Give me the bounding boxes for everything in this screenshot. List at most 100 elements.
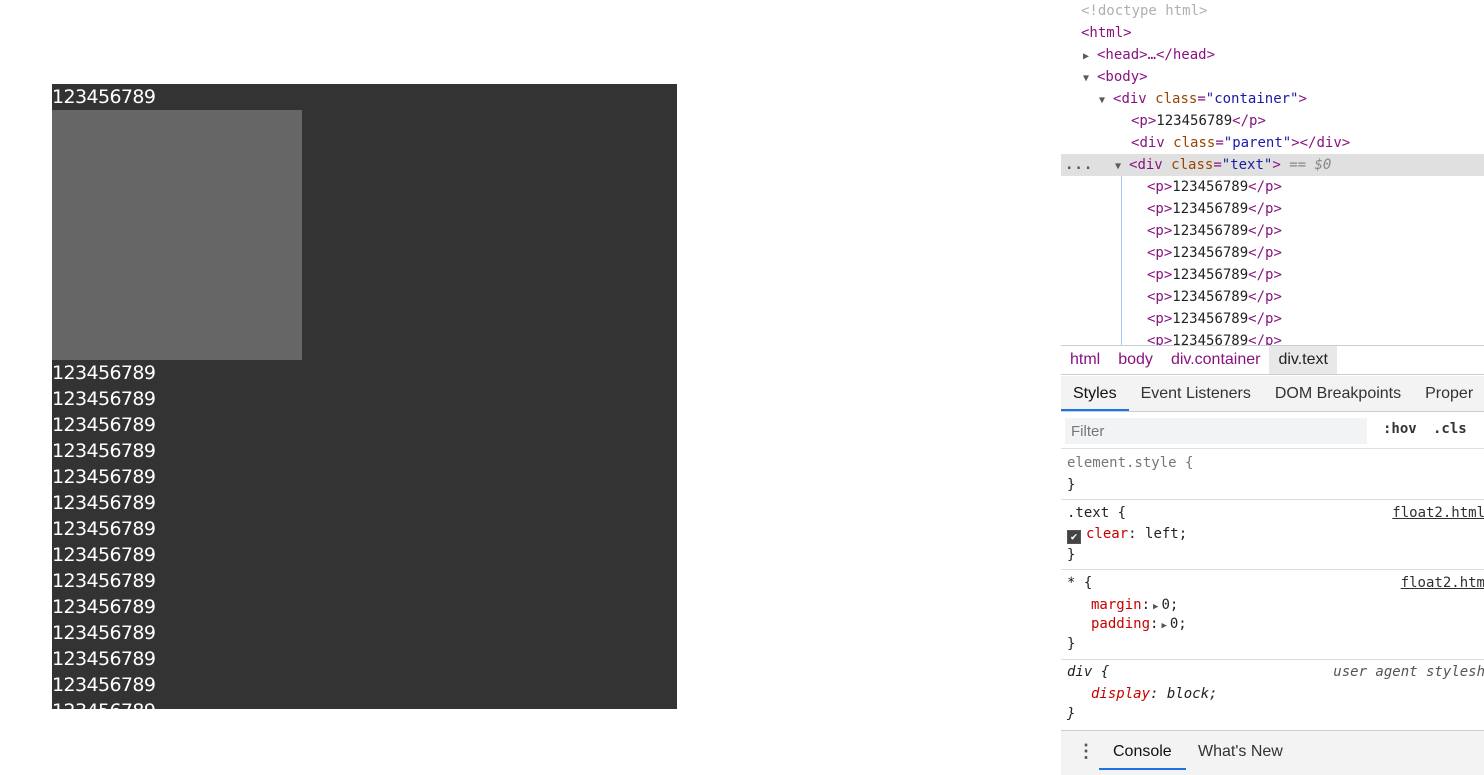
tab-dom-breakpoints[interactable]: DOM Breakpoints bbox=[1263, 376, 1413, 411]
parent-div bbox=[52, 110, 302, 360]
universal-rule-selector: * { bbox=[1067, 575, 1093, 591]
text-rule-declaration: ✔ clear: left; bbox=[1067, 524, 1187, 544]
text-paragraph: 123456789 bbox=[52, 362, 156, 384]
html-tag: <html> bbox=[1081, 25, 1132, 41]
property-name[interactable]: clear bbox=[1086, 526, 1128, 542]
property-value[interactable]: 0; bbox=[1161, 597, 1178, 613]
text-div: 123456789 123456789 123456789 123456789 … bbox=[52, 360, 677, 709]
rule-close-brace: } bbox=[1067, 477, 1076, 493]
text-tag-name: div bbox=[1137, 157, 1163, 173]
child-p-text: 123456789 bbox=[1172, 267, 1249, 283]
tab-styles[interactable]: Styles bbox=[1061, 376, 1129, 411]
breadcrumb-div-container[interactable]: div.container bbox=[1162, 346, 1270, 374]
dom-node-container[interactable]: ▼ <div class="container"> bbox=[1061, 88, 1484, 110]
container-attr-value: "container" bbox=[1205, 91, 1299, 107]
dom-node-parent[interactable]: <div class="parent"></div> bbox=[1061, 132, 1484, 154]
text-paragraph: 123456789 bbox=[52, 544, 156, 566]
dom-node-child-p[interactable]: <p>123456789</p> bbox=[1061, 286, 1484, 308]
drawer-tabbar: ⋮ Console What's New bbox=[1061, 730, 1484, 775]
user-agent-stylesheet-label: user agent stylesh bbox=[1333, 664, 1484, 680]
dom-tree[interactable]: <!doctype html> <html> ▶ <head>…</head> ▼… bbox=[1061, 0, 1484, 345]
devtools-panel: <!doctype html> <html> ▶ <head>…</head> ▼… bbox=[1060, 0, 1484, 775]
head-tag: <head>…</head> bbox=[1097, 47, 1216, 63]
child-p-text: 123456789 bbox=[1172, 311, 1249, 327]
tab-event-listeners[interactable]: Event Listeners bbox=[1129, 376, 1263, 411]
dom-node-child-p[interactable]: <p>123456789</p> bbox=[1061, 198, 1484, 220]
universal-rule-declaration: padding: ▶ 0; bbox=[1091, 616, 1187, 632]
drawer-menu-icon[interactable]: ⋮ bbox=[1077, 741, 1095, 761]
container-tag-name: div bbox=[1121, 91, 1147, 107]
breadcrumb-body[interactable]: body bbox=[1109, 346, 1162, 374]
div-rule-declaration: display: block; bbox=[1091, 686, 1218, 702]
tab-properties[interactable]: Proper bbox=[1413, 376, 1484, 411]
dom-node-child-p[interactable]: <p>123456789</p> bbox=[1061, 330, 1484, 345]
dom-node-child-p[interactable]: <p>123456789</p> bbox=[1061, 176, 1484, 198]
rule-text-class[interactable]: .text { float2.html ✔ clear: left; } bbox=[1061, 500, 1484, 570]
text-paragraph: 123456789 bbox=[52, 440, 156, 462]
property-checkbox-icon[interactable]: ✔ bbox=[1067, 530, 1081, 544]
text-rule-selector: .text { bbox=[1067, 505, 1127, 521]
more-options-icon[interactable]: ... bbox=[1065, 154, 1093, 176]
text-paragraph: 123456789 bbox=[52, 596, 156, 618]
text-rule-source-link[interactable]: float2.html bbox=[1392, 503, 1484, 523]
universal-rule-source-link[interactable]: float2.htm bbox=[1401, 573, 1484, 593]
hov-button[interactable]: :hov bbox=[1383, 421, 1417, 437]
filter-input[interactable] bbox=[1065, 418, 1367, 444]
styles-panel-tabs: Styles Event Listeners DOM Breakpoints P… bbox=[1061, 376, 1484, 412]
dom-node-text-selected[interactable]: ... ▼ <div class="text"> == $0 bbox=[1061, 154, 1484, 176]
parent-tag-name: div bbox=[1139, 135, 1165, 151]
rule-universal[interactable]: * { float2.htm margin: ▶ 0; padding: ▶ 0; } bbox=[1061, 570, 1484, 660]
expand-triangle-icon[interactable]: ▶ bbox=[1083, 46, 1097, 68]
text-paragraph: 123456789 bbox=[52, 570, 156, 592]
p-text: 123456789 bbox=[1156, 113, 1233, 129]
expand-triangle-icon[interactable]: ▶ bbox=[1153, 602, 1158, 612]
dom-node-child-p[interactable]: <p>123456789</p> bbox=[1061, 264, 1484, 286]
text-paragraph: 123456789 bbox=[52, 622, 156, 644]
rule-element-style[interactable]: element.style { } bbox=[1061, 450, 1484, 500]
text-paragraph: 123456789 bbox=[52, 674, 156, 696]
text-paragraph: 123456789 bbox=[52, 518, 156, 540]
rule-div-user-agent[interactable]: div { user agent stylesh display: block;… bbox=[1061, 660, 1484, 730]
breadcrumb-html[interactable]: html bbox=[1061, 346, 1109, 374]
property-value[interactable]: left; bbox=[1145, 526, 1187, 542]
property-name[interactable]: margin bbox=[1091, 597, 1142, 613]
container-div: 123456789 123456789 123456789 123456789 … bbox=[52, 84, 677, 709]
rule-close-brace: } bbox=[1067, 547, 1076, 563]
cls-button[interactable]: .cls bbox=[1433, 421, 1467, 437]
filter-bar: :hov .cls bbox=[1061, 413, 1484, 449]
breadcrumb-div-text[interactable]: div.text bbox=[1269, 346, 1337, 374]
styles-pane: element.style { } .text { float2.html ✔ c… bbox=[1061, 450, 1484, 730]
dom-node-p[interactable]: <p>123456789</p> bbox=[1061, 110, 1484, 132]
dom-node-head[interactable]: ▶ <head>…</head> bbox=[1061, 44, 1484, 66]
tab-whats-new[interactable]: What's New bbox=[1198, 731, 1283, 770]
text-attr-value: "text" bbox=[1221, 157, 1273, 173]
body-tag: <body> bbox=[1097, 69, 1148, 85]
rule-close-brace: } bbox=[1067, 706, 1076, 722]
text-paragraph: 123456789 bbox=[52, 698, 677, 709]
text-attr-name: class bbox=[1171, 157, 1214, 173]
child-p-text: 123456789 bbox=[1172, 333, 1249, 345]
child-p-text: 123456789 bbox=[1172, 223, 1249, 239]
parent-attr-value: "parent" bbox=[1223, 135, 1292, 151]
dom-node-doctype[interactable]: <!doctype html> bbox=[1061, 0, 1484, 22]
expand-triangle-icon[interactable]: ▶ bbox=[1161, 621, 1166, 631]
page-viewport: 123456789 123456789 123456789 123456789 … bbox=[0, 0, 1060, 775]
dom-node-child-p[interactable]: <p>123456789</p> bbox=[1061, 220, 1484, 242]
collapse-triangle-icon[interactable]: ▼ bbox=[1115, 156, 1129, 178]
property-value[interactable]: 0; bbox=[1170, 616, 1187, 632]
dom-node-body[interactable]: ▼ <body> bbox=[1061, 66, 1484, 88]
dom-node-html[interactable]: <html> bbox=[1061, 22, 1484, 44]
text-paragraph: 123456789 bbox=[52, 414, 156, 436]
property-name[interactable]: padding bbox=[1091, 616, 1150, 632]
selected-marker: == $0 bbox=[1289, 157, 1332, 173]
dom-node-child-p[interactable]: <p>123456789</p> bbox=[1061, 308, 1484, 330]
doctype-text: <!doctype html> bbox=[1081, 3, 1208, 19]
breadcrumb: html body div.container div.text bbox=[1061, 345, 1484, 375]
container-paragraph: 123456789 bbox=[52, 86, 156, 108]
element-style-selector: element.style { bbox=[1067, 455, 1194, 471]
dom-node-child-p[interactable]: <p>123456789</p> bbox=[1061, 242, 1484, 264]
text-paragraph: 123456789 bbox=[52, 492, 156, 514]
tab-console[interactable]: Console bbox=[1099, 731, 1186, 770]
collapse-triangle-icon[interactable]: ▼ bbox=[1083, 68, 1097, 90]
collapse-triangle-icon[interactable]: ▼ bbox=[1099, 90, 1113, 112]
